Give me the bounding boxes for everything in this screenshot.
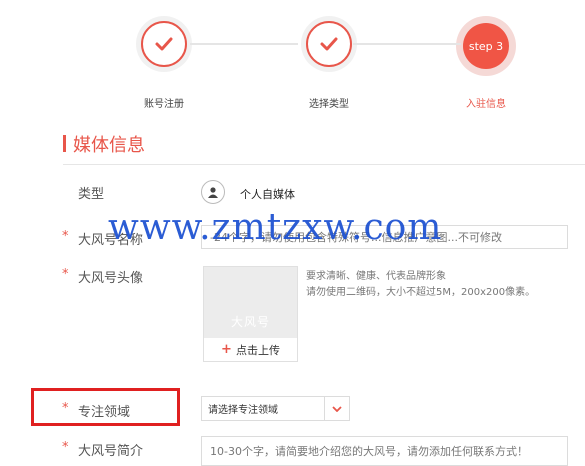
check-icon	[155, 37, 173, 51]
user-icon	[201, 180, 225, 204]
avatar-hint-1: 要求清晰、健康、代表品牌形象	[306, 271, 446, 282]
name-required-mark: *	[62, 229, 69, 244]
step-3-badge: step 3	[468, 39, 504, 53]
avatar-preview: 大风号	[204, 267, 297, 338]
check-icon	[320, 37, 338, 51]
type-value: 个人自媒体	[240, 188, 295, 201]
avatar-hint-2: 请勿使用二维码，大小不超过5M，200x200像素。	[306, 287, 536, 298]
step-1-circle	[136, 16, 192, 72]
intro-placeholder: 10-30个字，请简要地介绍您的大风号，请勿添加任何联系方式！	[210, 445, 528, 458]
intro-required-mark: *	[62, 440, 69, 455]
step-connector-1	[190, 43, 298, 45]
plus-icon: +	[221, 342, 232, 357]
chevron-down-icon	[324, 397, 349, 420]
section-divider	[63, 164, 585, 165]
step-connector-2	[353, 43, 461, 45]
domain-required-mark: *	[62, 401, 69, 416]
domain-label: 专注领域	[78, 405, 131, 420]
avatar-label: 大风号头像	[78, 271, 144, 286]
upload-button-label: 点击上传	[235, 343, 280, 357]
avatar-upload[interactable]: 大风号 + 点击上传	[203, 266, 298, 362]
intro-input[interactable]: 10-30个字，请简要地介绍您的大风号，请勿添加任何联系方式！	[201, 436, 568, 466]
step-1-label: 账号注册	[144, 99, 184, 110]
step-2-circle	[301, 16, 357, 72]
site-watermark: www.zmtzxw.com	[108, 207, 443, 248]
section-title-accent	[63, 135, 66, 152]
step-3-circle: step 3	[456, 16, 516, 76]
step-3-label: 入驻信息	[466, 99, 506, 110]
avatar-watermark: 大风号	[230, 315, 270, 329]
section-title: 媒体信息	[73, 135, 145, 156]
upload-button[interactable]: + 点击上传	[204, 338, 297, 361]
domain-select-value: 请选择专注领域	[208, 405, 278, 416]
avatar-required-mark: *	[62, 267, 69, 282]
intro-label: 大风号简介	[78, 444, 144, 459]
type-label: 类型	[78, 187, 105, 202]
step-2-label: 选择类型	[309, 99, 349, 110]
domain-select[interactable]: 请选择专注领域	[201, 396, 350, 421]
